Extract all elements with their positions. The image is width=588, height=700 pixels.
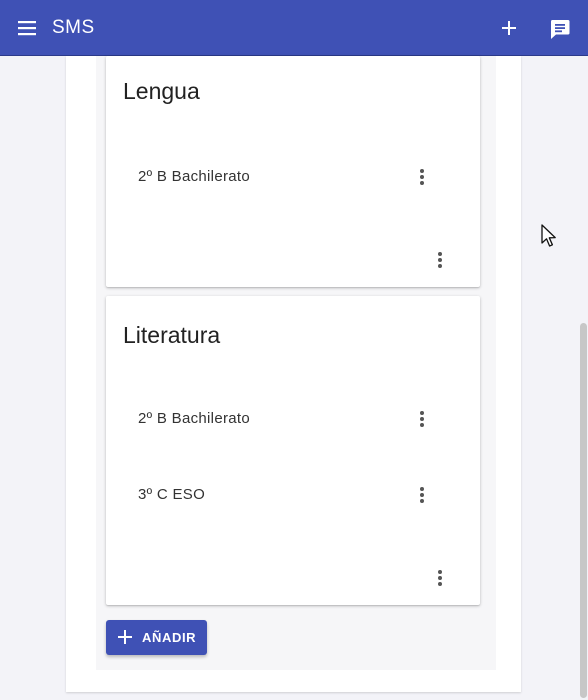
subject-card: Literatura 2º B Bachilerato 3º C ESO (106, 296, 480, 605)
add-button[interactable] (496, 15, 522, 41)
class-options-button[interactable] (412, 483, 432, 507)
scrollbar-thumb[interactable] (580, 323, 587, 698)
class-item[interactable]: 2º B Bachilerato (106, 157, 480, 197)
add-subject-label: AÑADIR (142, 630, 197, 645)
mouse-cursor-icon (541, 224, 556, 247)
subject-card: Lengua 2º B Bachilerato (106, 56, 480, 287)
dot (438, 570, 442, 574)
message-icon (550, 20, 570, 39)
class-options-button[interactable] (412, 407, 432, 431)
subject-title: Literatura (123, 322, 221, 348)
plus-icon (502, 21, 516, 35)
add-subject-button[interactable]: AÑADIR (106, 620, 207, 655)
dot (420, 417, 424, 421)
dot (420, 181, 424, 185)
app-title: SMS (52, 17, 95, 38)
dot (420, 487, 424, 491)
subject-title: Lengua (123, 78, 200, 104)
class-item[interactable]: 3º C ESO (106, 475, 480, 515)
dot (438, 582, 442, 586)
class-label: 3º C ESO (138, 486, 206, 503)
subject-options-button[interactable] (430, 566, 450, 590)
dot (420, 423, 424, 427)
dot (420, 411, 424, 415)
class-item[interactable]: 2º B Bachilerato (106, 399, 480, 439)
dot (438, 576, 442, 580)
dot (438, 252, 442, 256)
dot (420, 499, 424, 503)
menu-button[interactable] (14, 16, 40, 40)
dot (420, 169, 424, 173)
class-options-button[interactable] (412, 165, 432, 189)
subject-options-button[interactable] (430, 248, 450, 272)
menu-icon (18, 21, 36, 36)
app-bar: SMS (0, 0, 588, 56)
class-label: 2º B Bachilerato (138, 410, 251, 427)
plus-icon (118, 630, 132, 644)
dot (438, 258, 442, 262)
class-label: 2º B Bachilerato (138, 168, 251, 185)
messages-button[interactable] (546, 15, 574, 43)
dot (420, 175, 424, 179)
dot (420, 493, 424, 497)
dot (438, 264, 442, 268)
